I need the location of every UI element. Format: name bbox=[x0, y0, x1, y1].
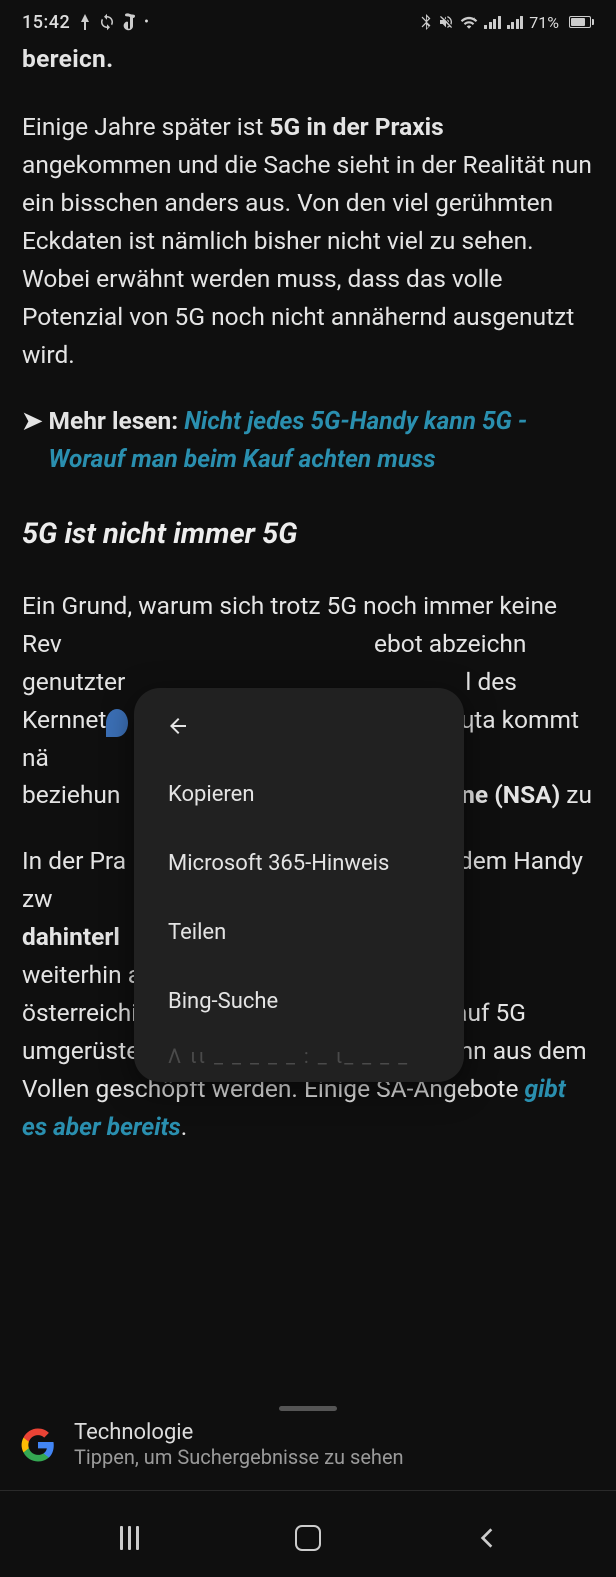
google-logo-icon bbox=[20, 1427, 56, 1463]
context-menu-share[interactable]: Teilen bbox=[134, 898, 464, 967]
more-notifications-dot: • bbox=[144, 14, 149, 30]
nyt-icon bbox=[122, 13, 138, 31]
more-read-block: ➤ Mehr lesen: Nicht jedes 5G-Handy kann … bbox=[22, 402, 594, 478]
context-menu: Kopieren Microsoft 365-Hinweis Teilen Bi… bbox=[134, 688, 464, 1082]
wifi-icon: + bbox=[460, 15, 478, 29]
p2-c: genutzter bbox=[22, 667, 125, 696]
svg-text:+: + bbox=[473, 16, 477, 23]
divider bbox=[0, 1490, 616, 1491]
p2-i: zu bbox=[560, 780, 592, 809]
status-app-icons: • bbox=[78, 13, 149, 31]
more-read-label: Mehr lesen: bbox=[49, 406, 179, 435]
android-nav-bar bbox=[0, 1499, 616, 1577]
recents-icon bbox=[120, 1526, 139, 1550]
status-bar: 15:42 • + 71% bbox=[0, 0, 616, 40]
nav-recents-button[interactable] bbox=[89, 1526, 169, 1550]
p3-a: In der Pra bbox=[22, 846, 126, 875]
p2-b: ebot abzeichn bbox=[374, 629, 526, 658]
p3-h: . bbox=[181, 1112, 187, 1141]
google-search-text: Technologie Tippen, um Suchergebnisse zu… bbox=[74, 1420, 404, 1469]
context-menu-overflow: Λ ιι _ _ _ _ _ : _ ι_ _ _ _ bbox=[134, 1036, 464, 1068]
p1-text-a: Einige Jahre später ist bbox=[22, 112, 270, 141]
google-search-bar[interactable]: Technologie Tippen, um Suchergebnisse zu… bbox=[0, 1408, 616, 1483]
p3-c: dahinterl bbox=[22, 922, 120, 951]
selection-handle-icon[interactable] bbox=[106, 709, 128, 737]
home-icon bbox=[295, 1525, 321, 1551]
section-heading: 5G ist nicht immer 5G bbox=[22, 512, 594, 557]
context-menu-bing[interactable]: Bing-Suche bbox=[134, 967, 464, 1036]
status-time: 15:42 bbox=[22, 12, 70, 33]
p2-h: (NSA) bbox=[494, 780, 560, 809]
p1-text-c: angekommen und die Sache sieht in der Re… bbox=[22, 150, 592, 369]
mute-icon bbox=[438, 14, 454, 30]
back-arrow-icon bbox=[164, 714, 192, 738]
nav-arrow-icon bbox=[78, 14, 92, 30]
status-left: 15:42 • bbox=[22, 12, 149, 33]
status-right: + 71% bbox=[420, 13, 594, 32]
google-search-title: Technologie bbox=[74, 1420, 404, 1445]
arrow-icon: ➤ bbox=[22, 402, 43, 478]
p2-f: beziehun bbox=[22, 780, 120, 809]
partial-text-top: bereicn. bbox=[22, 40, 594, 78]
bluetooth-icon bbox=[420, 14, 432, 30]
context-menu-copy[interactable]: Kopieren bbox=[134, 760, 464, 829]
nav-home-button[interactable] bbox=[268, 1525, 348, 1551]
battery-icon bbox=[565, 16, 594, 28]
p1-bold: 5G in der Praxis bbox=[270, 112, 444, 141]
context-menu-ms365[interactable]: Microsoft 365-Hinweis bbox=[134, 829, 464, 898]
refresh-icon bbox=[98, 13, 116, 31]
nav-back-button[interactable] bbox=[447, 1525, 527, 1551]
signal-icon-2 bbox=[507, 15, 524, 29]
drag-handle-icon[interactable] bbox=[279, 1406, 337, 1411]
signal-icon-1 bbox=[484, 15, 501, 29]
battery-percentage: 71% bbox=[529, 13, 559, 32]
google-search-subtitle: Tippen, um Suchergebnisse zu sehen bbox=[74, 1445, 404, 1469]
back-icon bbox=[474, 1525, 500, 1551]
context-menu-back-button[interactable] bbox=[134, 710, 464, 760]
paragraph-1: Einige Jahre später ist 5G in der Praxis… bbox=[22, 108, 594, 374]
